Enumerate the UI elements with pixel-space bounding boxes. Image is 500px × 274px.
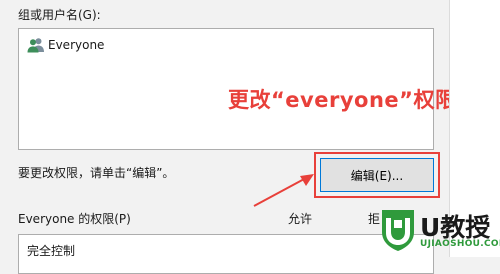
users-icon (27, 38, 44, 53)
watermark-logo: U教授 UJIAOSHOU.COM (380, 206, 500, 256)
deny-column-header: 拒 (368, 212, 381, 226)
list-item-everyone[interactable]: Everyone (27, 37, 104, 53)
permissions-label: Everyone 的权限(P) (18, 212, 131, 226)
annotation-text: 更改“everyone”权限 (228, 88, 457, 112)
change-permissions-hint: 要更改权限，请单击“编辑”。 (18, 166, 175, 180)
ujiaoshou-shield-logo-icon (382, 210, 414, 251)
permissions-list[interactable]: 完全控制 (18, 234, 434, 274)
edit-button[interactable]: 编辑(E)... (320, 158, 434, 192)
group-name: Everyone (48, 38, 105, 52)
permission-full-control: 完全控制 (27, 244, 76, 258)
allow-column-header: 允许 (288, 212, 313, 226)
groups-label: 组或用户名(G): (18, 8, 101, 22)
watermark-domain: UJIAOSHOU.COM (420, 239, 500, 249)
red-arrow-icon (253, 174, 314, 207)
